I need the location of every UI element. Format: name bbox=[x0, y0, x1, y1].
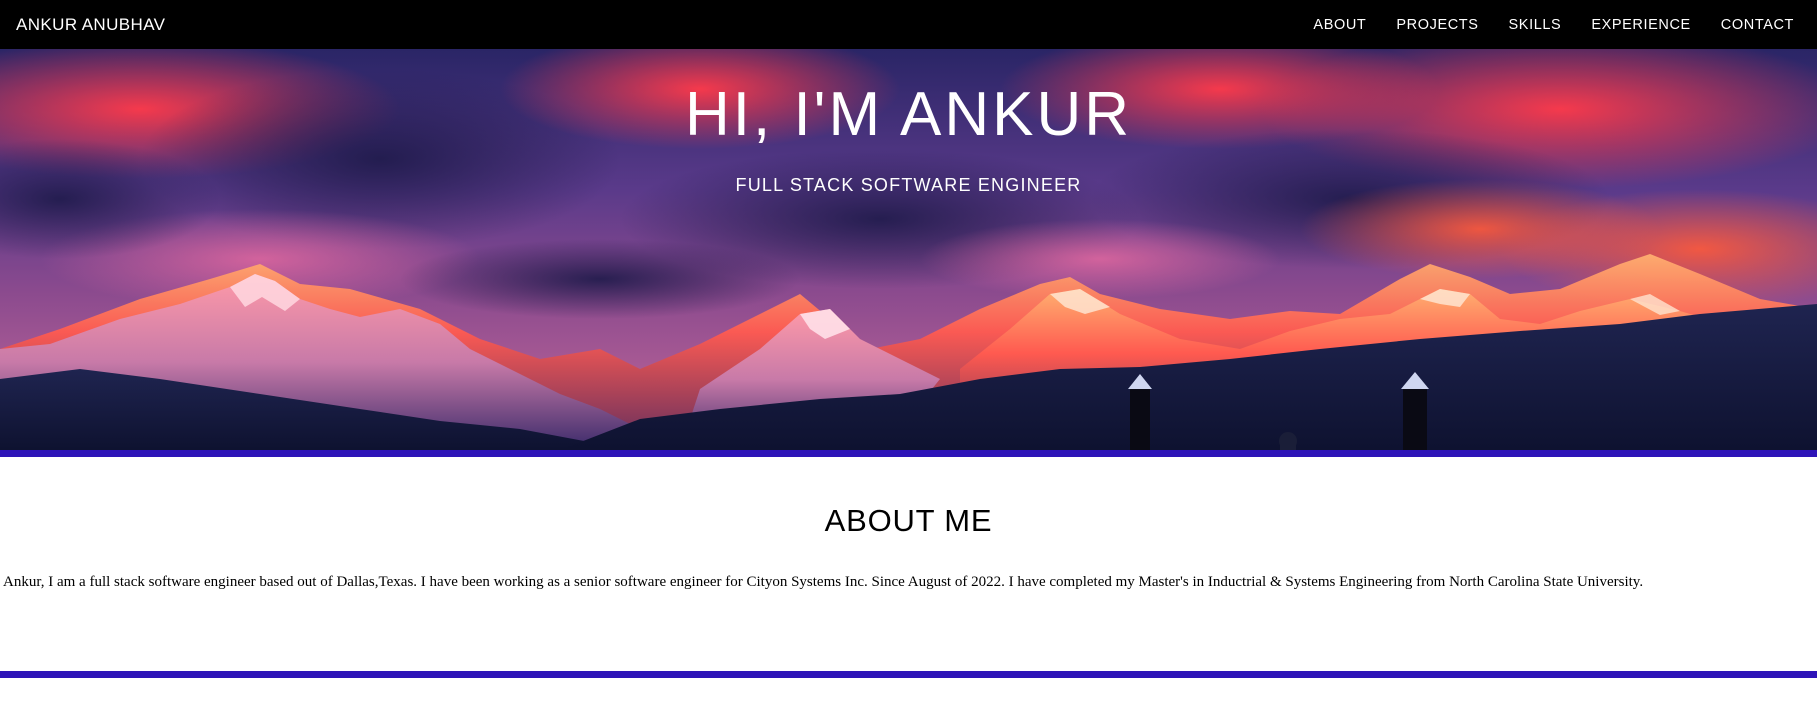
about-section: ABOUT ME Ankur, I am a full stack softwa… bbox=[0, 457, 1817, 671]
nav-link-experience[interactable]: EXPERIENCE bbox=[1591, 17, 1690, 33]
hero-banner: HI, I'M ANKUR FULL STACK SOFTWARE ENGINE… bbox=[0, 49, 1817, 450]
top-navbar: ANKUR ANUBHAV ABOUT PROJECTS SKILLS EXPE… bbox=[0, 0, 1817, 49]
about-description: Ankur, I am a full stack software engine… bbox=[3, 574, 1644, 590]
nav-link-about[interactable]: ABOUT bbox=[1313, 17, 1366, 33]
hero-title: HI, I'M ANKUR bbox=[685, 80, 1132, 149]
section-divider-top bbox=[0, 450, 1817, 457]
section-divider-bottom bbox=[0, 671, 1817, 678]
brand-link[interactable]: ANKUR ANUBHAV bbox=[16, 15, 165, 35]
nav-link-projects[interactable]: PROJECTS bbox=[1396, 17, 1478, 33]
about-heading: ABOUT ME bbox=[824, 503, 993, 538]
nav-link-contact[interactable]: CONTACT bbox=[1721, 17, 1794, 33]
hero-subtitle: FULL STACK SOFTWARE ENGINEER bbox=[735, 175, 1082, 195]
nav-links: ABOUT PROJECTS SKILLS EXPERIENCE CONTACT bbox=[1313, 17, 1794, 33]
nav-link-skills[interactable]: SKILLS bbox=[1509, 17, 1562, 33]
